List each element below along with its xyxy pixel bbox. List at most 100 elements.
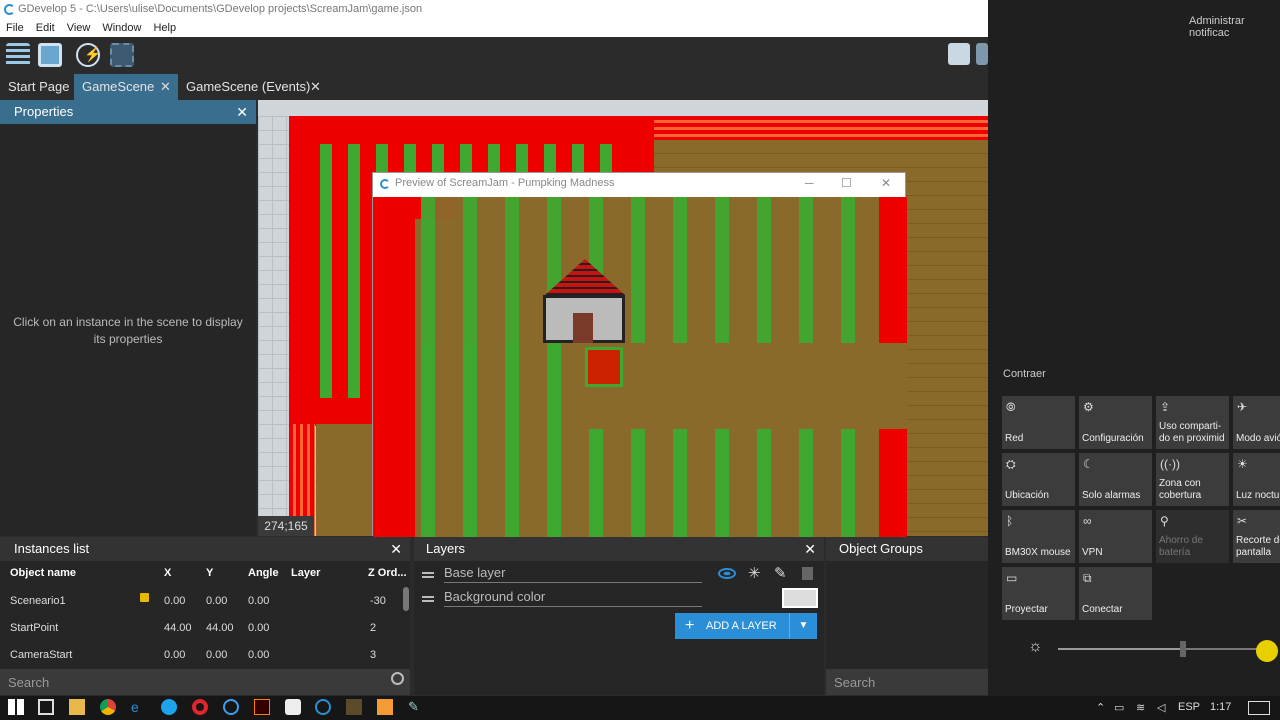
quick-action-tile[interactable]: ⛭ Ubicación	[1002, 453, 1075, 506]
chevron-up-icon[interactable]: ⌃	[1096, 701, 1105, 714]
debug-icon[interactable]	[110, 43, 134, 67]
collapse-link[interactable]: Contraer	[1003, 368, 1046, 380]
quick-action-tile[interactable]: ✈ Modo avió	[1233, 396, 1280, 449]
close-icon[interactable]: ✕	[236, 100, 248, 124]
illustrator-icon[interactable]	[254, 699, 270, 715]
edit-icon[interactable]: ✎	[774, 564, 787, 582]
panel-title: Layers	[426, 541, 466, 556]
layer-name[interactable]: Base layer	[444, 565, 702, 583]
close-icon[interactable]: ✕	[160, 74, 171, 100]
opera-icon[interactable]	[192, 699, 208, 715]
drag-handle-icon[interactable]	[422, 572, 434, 574]
search-input[interactable]	[834, 673, 974, 691]
layer-row-base[interactable]: Base layer ✳ ✎	[414, 562, 824, 586]
search-input[interactable]	[8, 673, 368, 691]
gdevelop-taskbar-icon[interactable]	[315, 699, 331, 715]
menu-edit[interactable]: Edit	[30, 19, 61, 37]
row-name: CameraStart	[10, 649, 73, 661]
quick-action-tile[interactable]: ⦾ Red	[1002, 396, 1075, 449]
project-manager-icon[interactable]	[6, 43, 30, 67]
objects-panel-icon[interactable]	[948, 43, 970, 65]
drag-handle-icon[interactable]	[422, 596, 434, 598]
game-path	[573, 343, 907, 427]
layers-header: Layers ✕	[414, 537, 824, 561]
lighting-icon[interactable]: ✳	[748, 564, 761, 582]
wifi-icon[interactable]: ≋	[1136, 701, 1145, 714]
close-icon[interactable]: ✕	[390, 537, 402, 561]
brightness-slider-handle[interactable]	[1180, 641, 1186, 657]
scene-editor-icon[interactable]	[38, 43, 62, 67]
quick-action-tile[interactable]: ⇪ Uso comparti-do en proximid	[1156, 396, 1229, 449]
quick-action-tile[interactable]: ⧉ Conectar	[1079, 567, 1152, 620]
column-object-name[interactable]: Object name	[10, 567, 76, 579]
minimize-icon[interactable]: ─	[805, 176, 814, 190]
quick-action-tile[interactable]: ☾ Solo alarmas	[1079, 453, 1152, 506]
quick-action-tile[interactable]: ☀ Luz noctur	[1233, 453, 1280, 506]
quick-action-tile[interactable]: ∞ VPN	[1079, 510, 1152, 563]
app-blue-icon[interactable]	[161, 699, 177, 715]
tab-gamescene-events[interactable]: GameScene (Events) ✕	[178, 74, 328, 100]
language-indicator[interactable]: ESP	[1178, 701, 1200, 713]
preview-window[interactable]: Preview of ScreamJam - Pumpking Madness …	[372, 172, 907, 537]
battery-icon[interactable]: ▭	[1114, 701, 1124, 714]
app-dark-icon[interactable]	[346, 699, 362, 715]
row-angle: 0.00	[248, 649, 270, 661]
menu-help[interactable]: Help	[147, 19, 182, 37]
quick-action-tile[interactable]: ✂ Recorte de pantalla	[1233, 510, 1280, 563]
close-icon[interactable]: ✕	[804, 537, 816, 561]
properties-header: Properties ✕	[0, 100, 256, 124]
app-white-icon[interactable]	[285, 699, 301, 715]
add-layer-button[interactable]: + ADD A LAYER ▼	[675, 613, 817, 639]
column-angle[interactable]: Angle	[248, 567, 279, 579]
column-x[interactable]: X	[164, 567, 171, 579]
table-row[interactable]: StartPoint 44.00 44.00 0.00 2	[0, 614, 400, 640]
quick-action-tile[interactable]: ⚲ Ahorro de batería	[1156, 510, 1229, 563]
game-canvas[interactable]	[373, 197, 907, 537]
row-angle: 0.00	[248, 622, 270, 634]
menu-bar: File Edit View Window Help	[0, 19, 988, 37]
task-view-icon[interactable]	[38, 699, 54, 715]
tab-bar: Start Page GameScene ✕ GameScene (Events)…	[0, 74, 988, 100]
column-z-order[interactable]: Z Ord...	[368, 567, 407, 579]
quick-action-tile[interactable]: ▭ Proyectar	[1002, 567, 1075, 620]
lock-icon[interactable]	[140, 593, 149, 602]
windows-start-icon[interactable]	[8, 699, 24, 715]
layer-row-background[interactable]: Background color	[414, 586, 824, 610]
close-icon[interactable]: ✕	[310, 74, 321, 100]
scene-lava-bar	[654, 116, 988, 140]
volume-icon[interactable]: ◁	[1157, 701, 1165, 714]
app-orange-icon[interactable]	[377, 699, 393, 715]
delete-icon[interactable]	[802, 567, 813, 580]
quick-action-tile[interactable]: ⚙ Configuración	[1079, 396, 1152, 449]
maximize-icon[interactable]: ☐	[841, 176, 852, 190]
app-c-icon[interactable]	[223, 699, 239, 715]
scrollbar[interactable]	[403, 587, 409, 611]
menu-file[interactable]: File	[0, 19, 30, 37]
tab-gamescene[interactable]: GameScene ✕	[74, 74, 178, 100]
close-icon[interactable]: ✕	[881, 176, 891, 190]
search-icon[interactable]	[391, 672, 404, 685]
edge-icon[interactable]: e	[131, 699, 147, 715]
tab-start-page[interactable]: Start Page	[0, 74, 74, 100]
column-y[interactable]: Y	[206, 567, 213, 579]
quick-action-tile[interactable]: ((·)) Zona con cobertura	[1156, 453, 1229, 506]
share-icon: ⇪	[1160, 400, 1171, 414]
preview-icon[interactable]: ⚡	[76, 43, 101, 67]
notifications-icon[interactable]	[1248, 701, 1270, 715]
background-color-swatch[interactable]	[782, 588, 818, 608]
eye-icon[interactable]	[718, 568, 736, 579]
row-z: 3	[370, 649, 377, 661]
column-layer[interactable]: Layer	[291, 567, 320, 579]
menu-view[interactable]: View	[61, 19, 97, 37]
file-explorer-icon[interactable]	[69, 699, 85, 715]
table-row[interactable]: CameraStart 0.00 0.00 0.00 3	[0, 641, 400, 667]
app-pen-icon[interactable]: ✎	[408, 699, 424, 715]
chevron-down-icon[interactable]: ▼	[789, 613, 817, 639]
chrome-icon[interactable]	[100, 699, 116, 715]
table-row[interactable]: Sceneario1 0.00 0.00 0.00 -30	[0, 587, 400, 613]
manage-notifications-link[interactable]: Administrar notificac	[1189, 15, 1280, 39]
properties-panel-icon[interactable]	[976, 43, 988, 65]
menu-window[interactable]: Window	[96, 19, 147, 37]
clock[interactable]: 1:17	[1210, 701, 1231, 713]
quick-action-tile[interactable]: ᛒ BM30X mouse	[1002, 510, 1075, 563]
